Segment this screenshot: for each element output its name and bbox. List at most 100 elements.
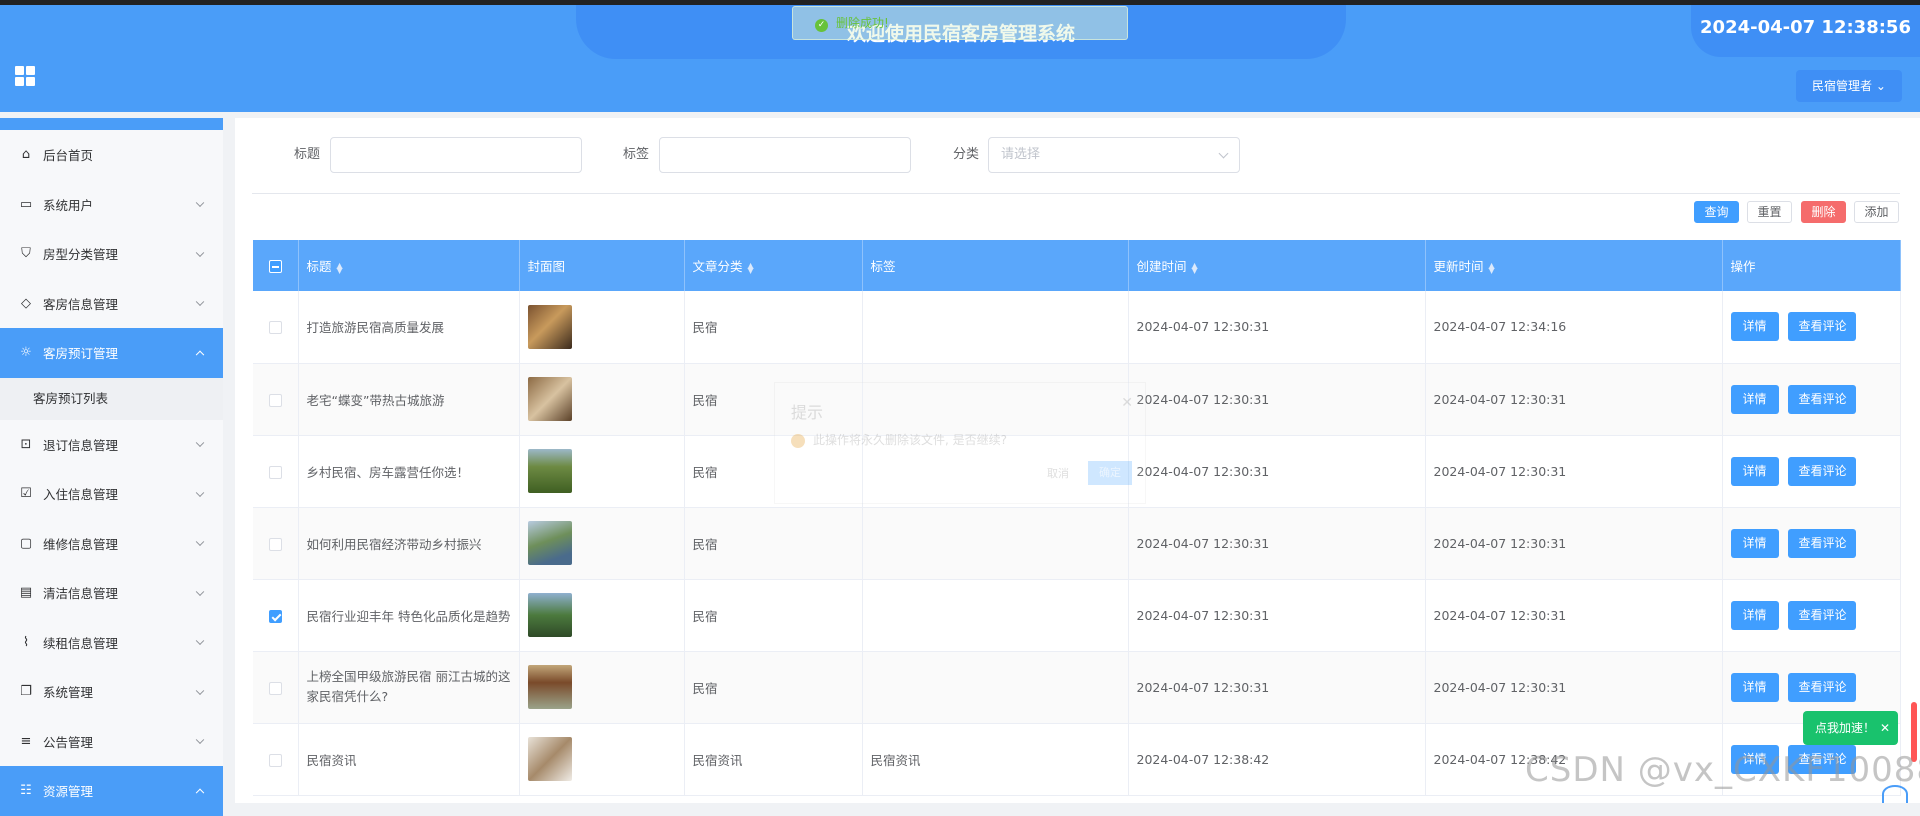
toast-message: 删除成功! — [836, 16, 889, 30]
sidebar-item-system-admin[interactable]: ❐ 系统管理 — [0, 667, 223, 717]
sidebar-item-room-info[interactable]: ◇ 客房信息管理 — [0, 279, 223, 329]
view-comments-button[interactable]: 查看评论 — [1788, 600, 1857, 630]
column-header-title[interactable]: 标题 ▲ ▼ — [298, 240, 520, 291]
sidebar-item-label: 公告管理 — [43, 734, 94, 750]
row-created: 2024-04-07 12:38:42 — [1128, 723, 1426, 795]
table-row: 打造旅游民宿高质量发展 民宿 2024-04-07 12:30:31 2024-04-… — [253, 291, 1901, 363]
sidebar-item-label: 维修信息管理 — [43, 536, 119, 552]
sidebar-item-room-types[interactable]: ⛉ 房型分类管理 — [0, 229, 223, 279]
search-bar: 标题 标签 分类 请选择 — [235, 137, 1920, 173]
row-title: 乡村民宿、房车露营任你选！ — [298, 435, 520, 507]
chevron-down-icon — [195, 198, 205, 208]
sidebar-item-home[interactable]: ⌂ 后台首页 — [0, 130, 223, 180]
delete-button[interactable]: 删除 — [1801, 201, 1846, 223]
column-header-created[interactable]: 创建时间 ▲ ▼ — [1128, 240, 1426, 291]
view-comments-button[interactable]: 查看评论 — [1788, 312, 1857, 342]
sidebar-subitem-booking-list[interactable]: 客房预订列表 — [0, 377, 223, 420]
chevron-down-icon — [195, 686, 205, 695]
sidebar-item-label: 清洁信息管理 — [43, 586, 119, 602]
detail-button[interactable]: 详情 — [1730, 384, 1779, 414]
row-checkbox[interactable] — [268, 753, 282, 767]
chevron-down-icon — [195, 248, 205, 257]
row-updated: 2024-04-07 12:34:16 — [1425, 291, 1723, 363]
sliders-icon: ≡ — [20, 733, 32, 749]
apps-grid-icon[interactable] — [15, 66, 35, 86]
row-created: 2024-04-07 12:30:31 — [1128, 291, 1426, 363]
row-created: 2024-04-07 12:30:31 — [1128, 579, 1426, 651]
tag-filter-input[interactable] — [659, 137, 911, 173]
column-header-cover: 封面图 — [519, 240, 685, 291]
sidebar-item-cancellation[interactable]: ⊡ 退订信息管理 — [0, 420, 223, 470]
sidebar-item-room-booking[interactable]: ☼ 客房预订管理 — [0, 328, 223, 378]
user-menu-button[interactable]: 民宿管理者 ⌄ — [1796, 70, 1902, 102]
row-category: 民宿 — [684, 507, 863, 579]
sidebar-item-label: 退订信息管理 — [43, 437, 119, 453]
title-filter-input[interactable] — [330, 137, 582, 173]
row-checkbox[interactable] — [268, 393, 282, 407]
category-select[interactable]: 请选择 — [988, 137, 1240, 173]
sidebar-item-checkin[interactable]: ☑ 入住信息管理 — [0, 469, 223, 519]
sidebar-item-renewal[interactable]: ⌇ 续租信息管理 — [0, 618, 223, 668]
row-tag — [862, 507, 1129, 579]
row-select-cell — [253, 291, 299, 363]
sidebar-item-system-users[interactable]: ▭ 系统用户 — [0, 180, 223, 230]
cover-image — [527, 737, 572, 781]
detail-button[interactable]: 详情 — [1730, 528, 1779, 558]
search-divider — [252, 193, 1900, 194]
row-checkbox[interactable] — [268, 681, 282, 695]
row-cover-cell — [519, 435, 685, 507]
column-header-tag: 标签 — [862, 240, 1129, 291]
row-checkbox[interactable] — [268, 609, 282, 623]
dialog-cancel-button[interactable]: 取消 — [1047, 465, 1069, 481]
assistant-icon[interactable] — [1882, 785, 1908, 803]
row-checkbox[interactable] — [268, 321, 282, 335]
view-comments-button[interactable]: 查看评论 — [1788, 456, 1857, 486]
sidebar-item-label: 后台首页 — [43, 148, 94, 164]
sort-icon[interactable]: ▲ ▼ — [1192, 261, 1198, 274]
detail-button[interactable]: 详情 — [1730, 600, 1779, 630]
table-header-row: 标题 ▲ ▼ 封面图 文章分类 ▲ ▼ 标签 创建时间 ▲ ▼ 更新时间 ▲ ▼ 操作 — [253, 240, 1901, 291]
row-created: 2024-04-07 12:30:31 — [1128, 507, 1426, 579]
view-comments-button[interactable]: 查看评论 — [1788, 384, 1857, 414]
row-checkbox[interactable] — [268, 537, 282, 551]
view-comments-button[interactable]: 查看评论 — [1788, 672, 1857, 702]
column-header-category[interactable]: 文章分类 ▲ ▼ — [684, 240, 863, 291]
dialog-title: 提示 — [791, 403, 824, 422]
row-tag: 民宿资讯 — [862, 723, 1129, 795]
row-select-cell — [253, 579, 299, 651]
select-all-checkbox[interactable] — [268, 260, 282, 273]
reset-button[interactable]: 重置 — [1747, 201, 1792, 223]
column-header-updated[interactable]: 更新时间 ▲ ▼ — [1425, 240, 1723, 291]
sort-icon[interactable]: ▲ ▼ — [337, 261, 343, 274]
close-icon[interactable]: ✕ — [1880, 711, 1890, 745]
inbox-icon: ⊡ — [20, 436, 32, 452]
detail-button[interactable]: 详情 — [1730, 456, 1779, 486]
add-button[interactable]: 添加 — [1854, 201, 1899, 223]
row-select-cell — [253, 363, 299, 435]
row-tag — [862, 651, 1129, 723]
speedup-float-button[interactable]: 点我加速！ ✕ — [1803, 711, 1898, 745]
sidebar-item-cleaning[interactable]: ▤ 清洁信息管理 — [0, 568, 223, 618]
sidebar-item-announcements[interactable]: ≡ 公告管理 — [0, 717, 223, 767]
sidebar-item-maintenance[interactable]: ▢ 维修信息管理 — [0, 519, 223, 569]
row-created: 2024-04-07 12:30:31 — [1128, 363, 1426, 435]
sort-icon[interactable]: ▲ ▼ — [748, 261, 754, 274]
confirm-dialog: 提示 ✕ 此操作将永久删除该文件, 是否继续? 取消 确定 — [774, 382, 1146, 504]
dialog-confirm-button[interactable]: 确定 — [1088, 461, 1132, 485]
row-updated: 2024-04-07 12:30:31 — [1425, 651, 1723, 723]
row-cover-cell — [519, 507, 685, 579]
close-icon[interactable]: ✕ — [1121, 395, 1133, 411]
sort-icon[interactable]: ▲ ▼ — [1489, 261, 1495, 274]
cover-image — [527, 304, 572, 349]
row-category: 民宿 — [684, 291, 863, 363]
detail-button[interactable]: 详情 — [1730, 312, 1779, 342]
tag-icon: ◇ — [21, 295, 31, 311]
query-button[interactable]: 查询 — [1694, 201, 1739, 223]
view-comments-button[interactable]: 查看评论 — [1788, 528, 1857, 558]
sidebar-item-resources[interactable]: ☷ 资源管理 — [0, 766, 223, 816]
row-checkbox[interactable] — [268, 465, 282, 479]
detail-button[interactable]: 详情 — [1730, 672, 1779, 702]
cover-image — [527, 665, 572, 709]
sidebar-item-label: 续租信息管理 — [43, 635, 119, 651]
row-actions: 详情 查看评论 — [1722, 291, 1901, 363]
